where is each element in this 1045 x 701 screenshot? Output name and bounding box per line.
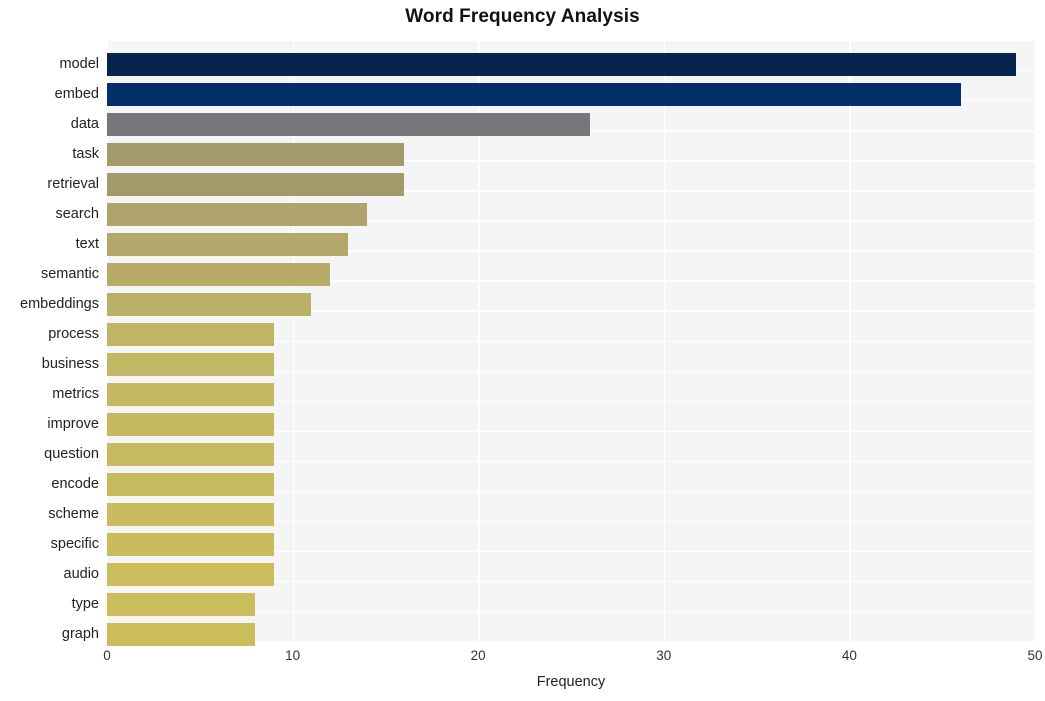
chart-figure: Word Frequency Analysis model embed data ta… [0, 0, 1045, 701]
y-axis-tick-label: text [75, 235, 99, 252]
y-axis-tick-label: embed [54, 85, 99, 102]
bar [107, 232, 349, 256]
bar [107, 292, 312, 316]
y-axis-tick-label: semantic [40, 265, 99, 282]
y-axis-tick-label: business [41, 356, 99, 372]
bar [107, 383, 275, 407]
y-axis-tick-label: improve [47, 416, 99, 433]
x-axis-tick-label: 50 [1027, 648, 1043, 663]
y-axis-tick-label: question [44, 446, 99, 463]
bar [107, 533, 275, 557]
bar [107, 413, 275, 437]
y-axis-tick-label: embeddings [20, 295, 99, 312]
x-axis-title: Frequency [536, 674, 606, 690]
y-axis-tick-label: search [55, 205, 99, 222]
x-axis-tick-label: 20 [470, 648, 486, 663]
bar [107, 202, 367, 226]
x-axis-ticks: 0 10 20 30 40 50 [0, 648, 1045, 670]
bar [107, 443, 275, 467]
x-axis-tick-label: 30 [656, 648, 672, 663]
x-axis-tick-label: 10 [285, 648, 301, 663]
y-axis-tick-label: specific [50, 536, 99, 553]
y-axis-tick-label: type [71, 596, 99, 613]
chart-title: Word Frequency Analysis [405, 6, 640, 27]
bar [107, 473, 275, 497]
bar [107, 353, 275, 376]
bar [107, 262, 330, 286]
y-axis-tick-label: metrics [52, 386, 99, 403]
bar [107, 82, 961, 106]
bar [107, 322, 275, 346]
y-axis-tick-label: retrieval [47, 175, 99, 192]
bar [107, 593, 256, 617]
y-axis-tick-label: model [59, 55, 100, 72]
x-axis-tick-label: 0 [103, 648, 111, 663]
bar [107, 172, 404, 196]
bar [107, 623, 256, 647]
bar [107, 142, 404, 166]
y-axis-tick-label: encode [51, 476, 99, 493]
y-axis-tick-label: process [48, 325, 99, 342]
gridline-horizontal [107, 40, 1035, 42]
bar [107, 503, 275, 527]
bar [107, 563, 275, 587]
y-axis-tick-label: task [72, 145, 99, 162]
bar [107, 112, 590, 136]
x-axis-tick-label: 40 [841, 648, 857, 663]
gridline-vertical [1035, 40, 1037, 641]
y-axis-tick-label: graph [61, 626, 99, 643]
y-axis-tick-label: audio [63, 566, 99, 583]
y-axis-tick-label: scheme [48, 506, 99, 523]
y-axis-tick-label: data [70, 115, 99, 132]
y-axis-labels: model embed data task retrieval search text sem… [0, 40, 100, 643]
bar [107, 52, 1017, 76]
plot-area [107, 40, 1037, 647]
